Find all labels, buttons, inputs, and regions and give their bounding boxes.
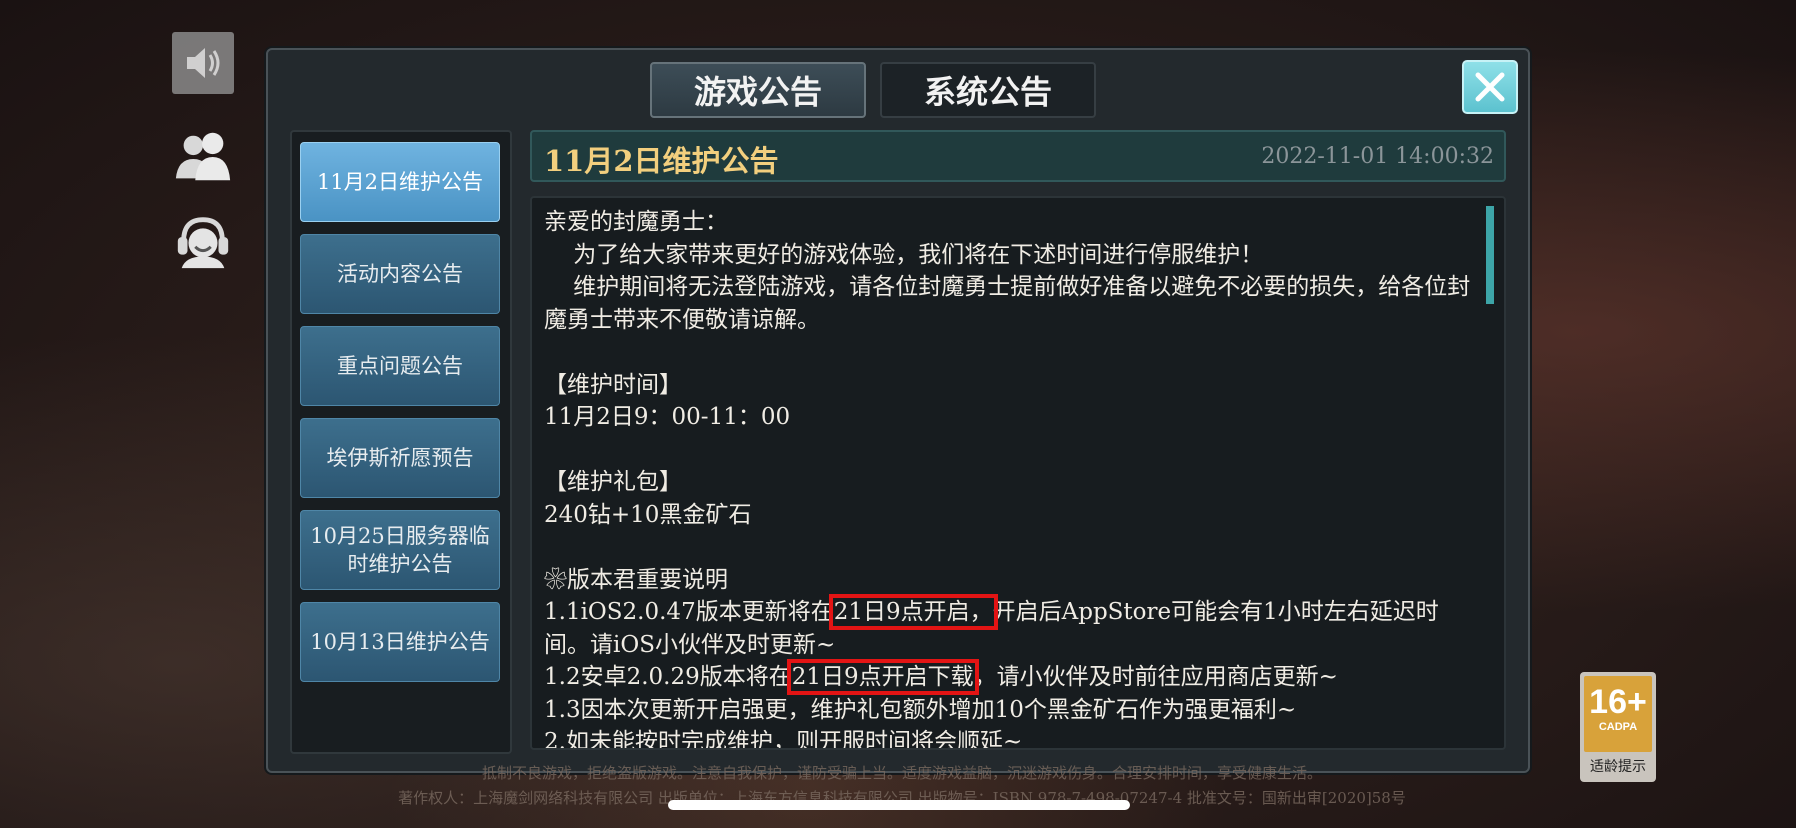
age-rating-org: CADPA (1598, 721, 1638, 733)
age-rating-number: 16+ (1589, 683, 1647, 721)
maintenance-gift-header: 【维护礼包】 (544, 469, 682, 495)
maintenance-time-value: 11月2日9：00-11：00 (544, 404, 791, 430)
highlight-ios-time: 21日9点开启， (828, 594, 998, 630)
announcement-list: 11月2日维护公告 活动内容公告 重点问题公告 埃伊斯祈愿预告 10月25日服务… (290, 130, 512, 754)
sidebar-item-event-content[interactable]: 活动内容公告 (300, 234, 500, 314)
sidebar-item-oct13-maintenance[interactable]: 10月13日维护公告 (300, 602, 500, 682)
version-note-4: 2.如未能按时完成维护，则开服时间将会顺延~ (544, 729, 1023, 750)
version-header: ❀版本君重要说明 (544, 566, 728, 593)
maintenance-time-header: 【维护时间】 (544, 371, 682, 398)
notice-title-bar: 11月2日维护公告 2022-11-01 14:00:32 (530, 130, 1506, 182)
sidebar-item-oct25-server-maintenance[interactable]: 10月25日服务器临时维护公告 (300, 510, 500, 590)
scrollbar[interactable] (1486, 206, 1494, 304)
paragraph-1: 为了给大家带来更好的游戏体验，我们将在下述时间进行停服维护！ (544, 241, 1264, 268)
greeting: 亲爱的封魔勇士： (544, 209, 728, 235)
tab-game-announcement[interactable]: 游戏公告 (650, 62, 866, 118)
notice-datetime: 2022-11-01 14:00:32 (1261, 144, 1494, 169)
version-note-1: 1.1iOS2.0.47版本更新将在21日9点开启，开启后AppStore可能会… (544, 594, 1439, 658)
age-rating-badge[interactable]: 16+ CADPA 适龄提示 (1580, 672, 1656, 782)
tab-bar: 游戏公告 系统公告 (650, 62, 1096, 118)
customer-service-icon[interactable] (172, 210, 234, 272)
sidebar-item-nov2-maintenance[interactable]: 11月2日维护公告 (300, 142, 500, 222)
close-button[interactable] (1462, 60, 1518, 114)
close-icon (1475, 72, 1505, 102)
notice-title: 11月2日维护公告 (544, 144, 779, 178)
age-rating-hint: 适龄提示 (1590, 759, 1646, 775)
version-note-3: 1.3因本次更新开启强更，维护礼包额外增加10个黑金矿石作为强更福利~ (544, 696, 1297, 723)
notice-content-panel[interactable]: 亲爱的封魔勇士： 为了给大家带来更好的游戏体验，我们将在下述时间进行停服维护！ … (530, 196, 1506, 750)
health-notice: 抵制不良游戏，拒绝盗版游戏。注意自我保护，谨防受骗上当。适度游戏益脑，沉迷游戏伤… (481, 764, 1322, 782)
announcement-dialog: 游戏公告 系统公告 11月2日维护公告 活动内容公告 重点问题公告 埃伊斯祈愿预… (266, 48, 1530, 773)
version-note-2: 1.2安卓2.0.29版本将在21日9点开启下载，请小伙伴及时前往应用商店更新~ (544, 659, 1338, 695)
sidebar-item-key-issues[interactable]: 重点问题公告 (300, 326, 500, 406)
maintenance-gift-value: 240钻+10黑金矿石 (544, 501, 752, 528)
paragraph-2: 维护期间将无法登陆游戏，请各位封魔勇士提前做好准备以避免不必要的损失，给各位封魔… (544, 274, 1471, 333)
speaker-icon[interactable] (172, 32, 234, 94)
notice-body: 亲爱的封魔勇士： 为了给大家带来更好的游戏体验，我们将在下述时间进行停服维护！ … (544, 206, 1484, 750)
tab-system-announcement[interactable]: 系统公告 (880, 62, 1096, 118)
age-rating-icon: 16+ CADPA (1584, 676, 1652, 752)
friends-icon[interactable] (172, 126, 234, 188)
sidebar-item-wish-preview[interactable]: 埃伊斯祈愿预告 (300, 418, 500, 498)
home-indicator[interactable] (668, 800, 1130, 810)
highlight-android-time: 21日9点开启下载 (786, 659, 979, 695)
